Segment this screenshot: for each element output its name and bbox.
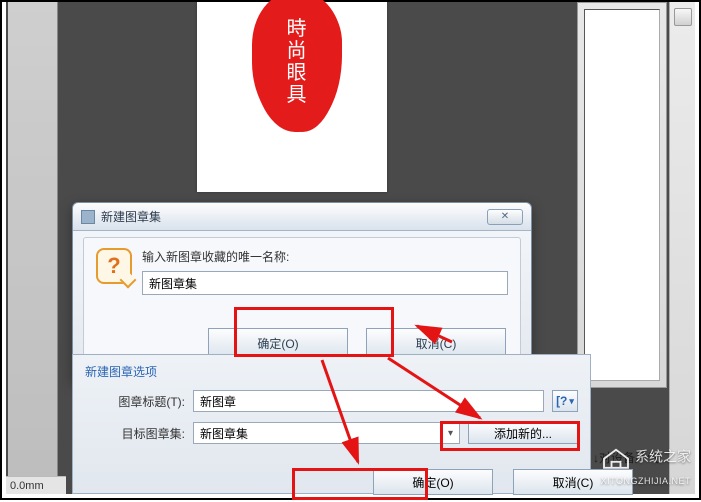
options-legend: 新建图章选项 <box>85 363 578 380</box>
question-icon: ? <box>96 248 132 284</box>
watermark-line1: 系统之家 <box>635 449 691 465</box>
target-stampset-select[interactable]: 新图章集 ▾ <box>193 422 460 444</box>
prompt-label: 输入新图章收藏的唯一名称: <box>142 248 508 265</box>
options-ok-label: 确定(O) <box>412 474 453 491</box>
target-stampset-value: 新图章集 <box>200 425 248 442</box>
stampset-name-input[interactable] <box>142 271 508 295</box>
target-stampset-label: 目标图章集: <box>85 425 185 442</box>
dialog-title: 新建图章集 <box>101 208 487 225</box>
close-icon: ✕ <box>501 211 509 222</box>
cancel-button-label: 取消(C) <box>416 335 457 352</box>
left-toolbar <box>8 2 58 494</box>
status-coord: 0.0mm <box>10 480 44 492</box>
chevron-down-icon: ▾ <box>448 428 453 439</box>
right-panel-content <box>584 9 660 381</box>
stamp-title-label: 图章标题(T): <box>85 393 185 410</box>
close-button[interactable]: ✕ <box>487 209 523 225</box>
help-icon: [? <box>556 394 567 408</box>
ok-button-label: 确定(O) <box>257 335 298 352</box>
right-panel <box>577 2 667 388</box>
watermark: 系统之家 XITONGZHIJIA.NET <box>601 446 691 490</box>
help-dropdown-button[interactable]: [?▾ <box>552 390 578 412</box>
options-cancel-label: 取消(C) <box>553 474 594 491</box>
new-stamp-options-panel: 新建图章选项 图章标题(T): [?▾ 目标图章集: 新图章集 ▾ 添加新的..… <box>72 354 591 494</box>
watermark-line2: XITONGZHIJIA.NET <box>601 476 691 486</box>
strip-button[interactable] <box>674 8 692 26</box>
status-bar: 0.0mm <box>6 476 66 494</box>
target-stampset-row: 目标图章集: 新图章集 ▾ 添加新的... <box>85 422 578 444</box>
stamp-title-input[interactable] <box>193 390 544 412</box>
chevron-down-icon: ▾ <box>569 396 574 407</box>
dialog-icon <box>81 210 95 224</box>
right-vertical-strip <box>669 2 695 494</box>
document-canvas: 時 尚 眼 具 <box>197 2 387 192</box>
add-new-label: 添加新的... <box>494 425 552 442</box>
dialog-titlebar: 新建图章集 ✕ <box>73 203 531 231</box>
dialog-body: ? 输入新图章收藏的唯一名称: 确定(O) 取消(C) <box>83 237 521 371</box>
screenshot-frame: 時 尚 眼 具 新建图章集 ✕ ? 输入新图章收藏的唯一名称: 确定(O) 取消… <box>0 0 701 500</box>
options-ok-button[interactable]: 确定(O) <box>373 469 493 495</box>
seal-text: 時 尚 眼 具 <box>287 18 308 106</box>
add-new-button[interactable]: 添加新的... <box>468 422 578 444</box>
house-icon <box>601 446 631 470</box>
stamp-title-row: 图章标题(T): [?▾ <box>85 390 578 412</box>
red-seal-image: 時 尚 眼 具 <box>252 0 342 132</box>
